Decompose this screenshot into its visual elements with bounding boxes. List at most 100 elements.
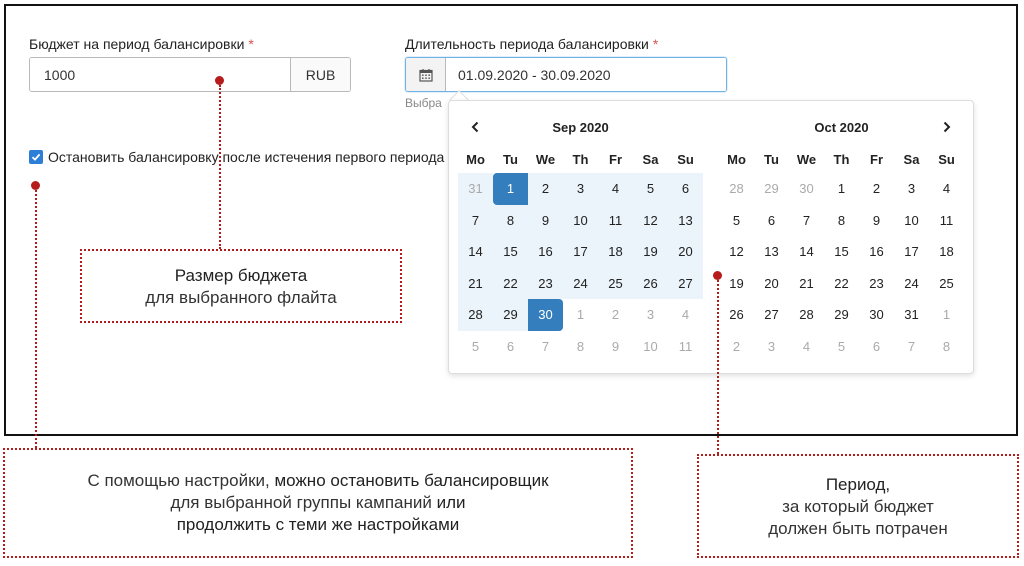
calendar-day[interactable]: 1 <box>824 173 859 205</box>
calendar-day[interactable]: 7 <box>528 331 563 363</box>
calendar-month-sep: Sep 2020 Mo Tu We Th Fr Sa Su 31 1 2 3 4 5 6 7 8 9 10 11 1… <box>458 109 703 362</box>
calendar-day[interactable]: 16 <box>528 236 563 268</box>
calendar-day[interactable]: 24 <box>563 267 598 299</box>
calendar-day[interactable]: 9 <box>598 331 633 363</box>
calendar-day[interactable]: 2 <box>859 173 894 205</box>
calendar-day[interactable]: 12 <box>719 236 754 268</box>
calendar-day[interactable]: 14 <box>458 236 493 268</box>
calendar-day[interactable]: 26 <box>719 299 754 331</box>
weekday-label: Sa <box>903 151 920 167</box>
calendar-day[interactable]: 4 <box>789 331 824 363</box>
calendar-day[interactable]: 9 <box>528 204 563 236</box>
weekday-label: Sa <box>642 151 659 167</box>
calendar-day[interactable]: 15 <box>824 236 859 268</box>
calendar-day[interactable]: 28 <box>789 299 824 331</box>
chevron-right-icon[interactable] <box>938 118 956 136</box>
calendar-day[interactable]: 5 <box>824 331 859 363</box>
calendar-day[interactable]: 6 <box>668 173 703 205</box>
calendar-day[interactable]: 3 <box>894 173 929 205</box>
calendar-day[interactable]: 7 <box>458 204 493 236</box>
required-mark: * <box>248 36 254 52</box>
weekday-label: Mo <box>466 151 485 167</box>
stop-annotation: С помощью настройки, можно остановить ба… <box>3 448 633 558</box>
calendar-day[interactable]: 5 <box>719 205 754 237</box>
calendar-day[interactable]: 8 <box>929 331 964 363</box>
calendar-day[interactable]: 18 <box>929 236 964 268</box>
calendar-day[interactable]: 7 <box>894 331 929 363</box>
calendar-day[interactable]: 12 <box>633 204 668 236</box>
calendar-day[interactable]: 8 <box>824 205 859 237</box>
calendar-day[interactable]: 25 <box>598 267 633 299</box>
calendar-day[interactable]: 7 <box>789 205 824 237</box>
calendar-day[interactable]: 29 <box>754 173 789 205</box>
calendar-day[interactable]: 28 <box>458 299 493 331</box>
calendar-day[interactable]: 5 <box>633 173 668 205</box>
calendar-day[interactable]: 6 <box>859 331 894 363</box>
calendar-day[interactable]: 26 <box>633 267 668 299</box>
calendar-day[interactable]: 13 <box>754 236 789 268</box>
calendar-day[interactable]: 3 <box>754 331 789 363</box>
calendar-day[interactable]: 9 <box>859 205 894 237</box>
budget-input[interactable] <box>30 58 290 91</box>
calendar-day[interactable]: 4 <box>929 173 964 205</box>
calendar-day[interactable]: 30 <box>859 299 894 331</box>
calendar-day[interactable]: 8 <box>563 331 598 363</box>
calendar-day[interactable]: 4 <box>668 299 703 331</box>
budget-label: Бюджет на период балансировки * <box>29 36 254 52</box>
calendar-day[interactable]: 4 <box>598 173 633 205</box>
calendar-day[interactable]: 2 <box>528 173 563 205</box>
calendar-day[interactable]: 19 <box>633 236 668 268</box>
calendar-day[interactable]: 11 <box>598 204 633 236</box>
calendar-day[interactable]: 17 <box>563 236 598 268</box>
calendar-day[interactable]: 27 <box>754 299 789 331</box>
calendar-day[interactable]: 19 <box>719 268 754 300</box>
calendar-day[interactable]: 30 <box>528 299 563 331</box>
calendar-day[interactable]: 23 <box>859 268 894 300</box>
weekday-label: Th <box>572 151 589 167</box>
calendar-day[interactable]: 22 <box>824 268 859 300</box>
calendar-day[interactable]: 29 <box>493 299 528 331</box>
calendar-day[interactable]: 17 <box>894 236 929 268</box>
calendar-day[interactable]: 25 <box>929 268 964 300</box>
calendar-day[interactable]: 28 <box>719 173 754 205</box>
calendar-day[interactable]: 22 <box>493 267 528 299</box>
calendar-day[interactable]: 2 <box>598 299 633 331</box>
calendar-day[interactable]: 2 <box>719 331 754 363</box>
calendar-day[interactable]: 21 <box>789 268 824 300</box>
calendar-icon[interactable] <box>406 58 446 91</box>
calendar-day[interactable]: 29 <box>824 299 859 331</box>
calendar-day[interactable]: 18 <box>598 236 633 268</box>
chevron-left-icon[interactable] <box>466 118 484 136</box>
calendar-day[interactable]: 30 <box>789 173 824 205</box>
calendar-day[interactable]: 15 <box>493 236 528 268</box>
period-input[interactable] <box>446 58 726 91</box>
calendar-day[interactable]: 6 <box>754 205 789 237</box>
annotation-line: Размер бюджета <box>174 266 308 285</box>
calendar-day[interactable]: 24 <box>894 268 929 300</box>
stop-balancing-checkbox[interactable] <box>29 150 43 164</box>
calendar-day[interactable]: 5 <box>458 331 493 363</box>
calendar-day[interactable]: 8 <box>493 204 528 236</box>
calendar-day[interactable]: 13 <box>668 204 703 236</box>
calendar-day[interactable]: 10 <box>633 331 668 363</box>
calendar-day[interactable]: 23 <box>528 267 563 299</box>
calendar-day[interactable]: 1 <box>493 173 528 205</box>
calendar-day[interactable]: 3 <box>563 173 598 205</box>
calendar-day[interactable]: 31 <box>458 173 493 205</box>
calendar-day[interactable]: 10 <box>894 205 929 237</box>
calendar-day[interactable]: 1 <box>563 299 598 331</box>
calendar-day[interactable]: 20 <box>754 268 789 300</box>
calendar-day[interactable]: 10 <box>563 204 598 236</box>
stop-balancing-option[interactable]: Остановить балансировку после истечения … <box>29 149 444 165</box>
calendar-day[interactable]: 6 <box>493 331 528 363</box>
calendar-day[interactable]: 14 <box>789 236 824 268</box>
calendar-day[interactable]: 20 <box>668 236 703 268</box>
calendar-day[interactable]: 3 <box>633 299 668 331</box>
calendar-day[interactable]: 11 <box>668 331 703 363</box>
calendar-day[interactable]: 27 <box>668 267 703 299</box>
calendar-day[interactable]: 11 <box>929 205 964 237</box>
calendar-day[interactable]: 16 <box>859 236 894 268</box>
calendar-day[interactable]: 21 <box>458 267 493 299</box>
calendar-day[interactable]: 31 <box>894 299 929 331</box>
calendar-day[interactable]: 1 <box>929 299 964 331</box>
